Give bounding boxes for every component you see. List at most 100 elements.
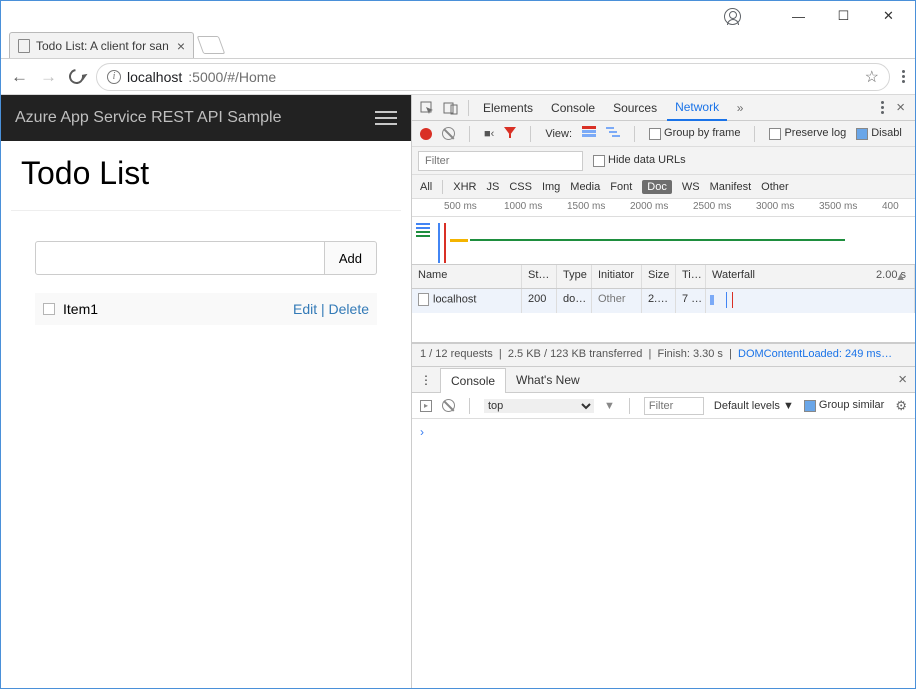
console-clear-icon[interactable] (442, 399, 455, 412)
group-similar-checkbox[interactable]: Group similar (804, 399, 884, 411)
network-toolbar: ■‹ View: Group by frame Preserve log Dis… (412, 121, 915, 147)
drawer-tab-whatsnew[interactable]: What's New (506, 367, 590, 392)
drawer-tab-console[interactable]: Console (440, 368, 506, 393)
view-label: View: (545, 128, 572, 140)
type-media[interactable]: Media (570, 181, 600, 193)
minimize-button[interactable]: — (776, 2, 821, 30)
drawer-menu-icon[interactable]: ⋮ (412, 373, 440, 387)
todo-checkbox[interactable] (43, 303, 55, 315)
filter-toggle-icon[interactable] (504, 127, 516, 141)
tab-close-icon[interactable]: × (177, 38, 185, 54)
large-rows-icon[interactable] (582, 126, 596, 141)
disable-cache-checkbox[interactable]: Disabl (856, 127, 902, 139)
bookmark-icon[interactable]: ☆ (865, 67, 879, 87)
col-time[interactable]: Ti… (676, 265, 706, 288)
devtools-panel: Elements Console Sources Network » × ■‹ … (411, 95, 915, 688)
app-title: Azure App Service REST API Sample (15, 109, 282, 127)
type-font[interactable]: Font (610, 181, 632, 193)
tab-elements[interactable]: Elements (475, 95, 541, 120)
todo-item: Item1 Edit | Delete (35, 293, 377, 325)
col-size[interactable]: Size (642, 265, 676, 288)
close-window-button[interactable]: ✕ (866, 2, 911, 30)
col-status[interactable]: St… (522, 265, 557, 288)
page-heading: Todo List (11, 141, 401, 211)
profile-icon[interactable] (724, 8, 741, 25)
console-toolbar: ▸ top ▼ Default levels ▼ Group similar ⚙ (412, 393, 915, 419)
inspect-icon[interactable] (416, 98, 438, 118)
type-doc[interactable]: Doc (642, 180, 672, 194)
drawer-close-icon[interactable]: × (890, 371, 915, 388)
add-todo-form: Add (35, 241, 377, 275)
console-filter-input[interactable] (644, 397, 704, 415)
more-tabs-icon[interactable]: » (729, 98, 751, 118)
timeline-overview[interactable] (412, 217, 915, 265)
browser-tabstrip: Todo List: A client for san × (1, 31, 915, 59)
address-bar: ← → i localhost :5000/#/Home ☆ (1, 59, 915, 95)
tab-console[interactable]: Console (543, 95, 603, 120)
delete-link[interactable]: Delete (329, 301, 369, 317)
record-button[interactable] (420, 128, 432, 140)
page-icon (18, 39, 30, 53)
type-xhr[interactable]: XHR (453, 181, 476, 193)
drawer-tabbar: ⋮ Console What's New × (412, 367, 915, 393)
col-type[interactable]: Type (557, 265, 592, 288)
document-icon (418, 293, 429, 306)
timeline-ruler: 500 ms 1000 ms 1500 ms 2000 ms 2500 ms 3… (412, 199, 915, 217)
hide-data-urls-checkbox[interactable]: Hide data URLs (593, 154, 686, 166)
group-by-frame-checkbox[interactable]: Group by frame (649, 127, 740, 139)
network-filter-row: Hide data URLs (412, 147, 915, 175)
col-waterfall[interactable]: Waterfall2.00 s▲ (706, 265, 915, 288)
clear-button[interactable] (442, 127, 455, 140)
waterfall-view-icon[interactable] (606, 126, 620, 141)
network-type-filter: All XHR JS CSS Img Media Font Doc WS Man… (412, 175, 915, 199)
new-tab-button[interactable] (197, 36, 226, 54)
request-table-header: Name St… Type Initiator Size Ti… Waterfa… (412, 265, 915, 289)
request-table-empty (412, 313, 915, 343)
devtools-close-icon[interactable]: × (890, 99, 911, 116)
todo-text: Item1 (63, 301, 98, 317)
url-path: :5000/#/Home (188, 69, 276, 85)
network-summary: 1 / 12 requests | 2.5 KB / 123 KB transf… (412, 343, 915, 367)
tab-sources[interactable]: Sources (605, 95, 665, 120)
type-img[interactable]: Img (542, 181, 560, 193)
screenshot-icon[interactable]: ■‹ (484, 128, 494, 140)
type-other[interactable]: Other (761, 181, 789, 193)
console-prompt[interactable]: › (412, 419, 915, 688)
levels-dropdown[interactable]: Default levels ▼ (714, 400, 794, 412)
todo-actions: Edit | Delete (293, 301, 369, 317)
add-button[interactable]: Add (325, 241, 377, 275)
page-content: Azure App Service REST API Sample Todo L… (1, 95, 411, 688)
devtools-menu-icon[interactable] (881, 101, 884, 114)
type-manifest[interactable]: Manifest (710, 181, 752, 193)
type-js[interactable]: JS (486, 181, 499, 193)
preserve-log-checkbox[interactable]: Preserve log (769, 127, 846, 139)
devtools-tabbar: Elements Console Sources Network » × (412, 95, 915, 121)
col-initiator[interactable]: Initiator (592, 265, 642, 288)
col-name[interactable]: Name (412, 265, 522, 288)
url-input[interactable]: i localhost :5000/#/Home ☆ (96, 63, 890, 91)
window-titlebar: — ☐ ✕ (1, 1, 915, 31)
tab-title: Todo List: A client for san (36, 39, 169, 53)
back-button[interactable]: ← (11, 67, 28, 87)
browser-menu-button[interactable] (902, 70, 905, 83)
type-ws[interactable]: WS (682, 181, 700, 193)
type-all[interactable]: All (420, 181, 432, 193)
menu-icon[interactable] (375, 111, 397, 125)
network-filter-input[interactable] (418, 151, 583, 171)
site-info-icon[interactable]: i (107, 70, 121, 84)
reload-button[interactable] (66, 66, 87, 87)
edit-link[interactable]: Edit (293, 301, 317, 317)
context-select[interactable]: top (484, 399, 594, 413)
tab-network[interactable]: Network (667, 96, 727, 121)
new-todo-input[interactable] (35, 241, 325, 275)
app-header: Azure App Service REST API Sample (1, 95, 411, 141)
maximize-button[interactable]: ☐ (821, 2, 866, 30)
console-sidebar-icon[interactable]: ▸ (420, 400, 432, 412)
browser-tab[interactable]: Todo List: A client for san × (9, 32, 194, 58)
device-icon[interactable] (440, 98, 462, 118)
console-settings-icon[interactable]: ⚙ (895, 398, 907, 414)
url-host: localhost (127, 69, 182, 85)
type-css[interactable]: CSS (509, 181, 532, 193)
forward-button[interactable]: → (40, 67, 57, 87)
request-row[interactable]: localhost 200 do… Other 2.… 7 … (412, 289, 915, 313)
